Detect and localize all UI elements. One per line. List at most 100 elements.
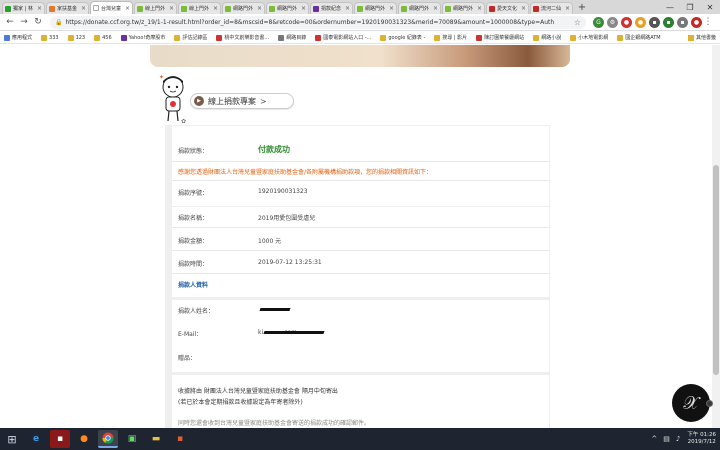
menu-icon[interactable]: ⋮ [702,16,714,28]
reload-button[interactable]: ↻ [32,16,44,28]
extension-red-icon[interactable]: ● [621,16,632,28]
extension-settings-icon[interactable]: ⚙ [607,16,618,28]
volume-icon[interactable]: ♪ [676,435,680,443]
system-clock[interactable]: 下午 01:26 2019/7/12 [687,432,716,446]
tab-favicon-icon [357,5,363,12]
bookmark-label: 123 [75,34,86,41]
browser-tab[interactable]: 網路門外 × [266,2,309,14]
scrollbar-thumb[interactable] [713,165,719,375]
tab-title: 網路門外 [453,6,474,12]
other-bookmarks-label: 其他書籤 [695,35,716,41]
tab-favicon-icon [5,5,11,12]
extension-green-icon[interactable]: ▪ [663,16,674,28]
browser-tab[interactable]: 線上門外 × [178,2,221,14]
extension-yellow-icon[interactable]: ● [635,16,646,28]
bookmark-item[interactable]: 應用程式 [4,34,32,41]
minimize-button[interactable]: — [660,0,680,14]
network-icon[interactable]: ▤ [663,435,670,443]
ie-icon[interactable]: e [26,430,46,448]
profile-avatar[interactable]: ● [691,16,702,28]
bookmark-item[interactable]: google 紀錄表 - [380,34,425,41]
browser-tab[interactable]: 網路門外 × [442,2,485,14]
bookmark-item[interactable]: 評估記錄區 [174,34,207,41]
browser-tab[interactable]: 線上門外 × [134,2,177,14]
close-tab-icon[interactable]: × [565,5,570,12]
bookmark-label: 國企銀網路ATM [625,35,661,41]
browser-tab[interactable]: 流河二仙 × [530,2,573,14]
close-tab-icon[interactable]: × [345,5,350,12]
other-bookmarks[interactable]: 其他書籤 [687,34,716,41]
powerpoint-icon[interactable]: ▪ [170,430,190,448]
field-label-time: 捐款時間： [178,261,209,268]
online-donation-header[interactable]: ▶ 線上捐款專案 > [190,93,294,109]
forward-button[interactable]: → [18,16,30,28]
bookmark-item[interactable]: 國企銀網路ATM [617,34,661,41]
close-tab-icon[interactable]: × [433,5,438,12]
bookmark-favicon-icon [174,34,181,41]
divider [172,250,549,251]
back-button[interactable]: ← [4,16,16,28]
tab-title: 網路門外 [409,6,430,12]
tab-favicon-icon [49,5,55,12]
bookmark-item[interactable]: 桃中文創樂影音書... [216,34,269,41]
tab-favicon-icon [137,5,143,12]
overlay-handle[interactable] [706,400,713,407]
browser-tab[interactable]: 網路門外 × [398,2,441,14]
bookmark-item[interactable]: 國泰電影網站入口 -... [315,34,371,41]
tray-arrow-icon[interactable]: ^ [651,435,657,443]
close-window-button[interactable]: ✕ [700,0,720,14]
browser-tab[interactable]: 網路門外 × [354,2,397,14]
browser-tab[interactable]: 家扶基金 × [46,2,89,14]
browser-tab[interactable]: 捐款紀念 × [310,2,353,14]
extension-dark-icon[interactable]: ▪ [649,16,660,28]
close-tab-icon[interactable]: × [301,5,306,12]
browser-tab[interactable]: 網路門外 × [222,2,265,14]
extension-gray-icon[interactable]: ▪ [677,16,688,28]
app-red-icon[interactable]: ▪ [50,430,70,448]
bookmark-item[interactable]: 網路小說 [533,34,561,41]
browser-tab[interactable]: 愛天文化 × [486,2,529,14]
extension-g-icon[interactable]: G [593,16,604,28]
bookmark-item[interactable]: 小木地電影網 [570,34,608,41]
bookmark-favicon-icon [434,34,441,41]
bookmark-star-icon[interactable]: ☆ [574,18,581,27]
close-tab-icon[interactable]: × [37,5,42,12]
close-tab-icon[interactable]: × [389,5,394,12]
start-button[interactable]: ⊞ [2,430,22,448]
bookmark-label: 網路目錄 [286,35,307,41]
url-input[interactable]: 🔒 https://donate.ccf.org.tw/z_19/1-1-res… [50,15,586,29]
maximize-button[interactable]: ❐ [680,0,700,14]
close-tab-icon[interactable]: × [213,5,218,12]
bookmark-label: 小木地電影網 [578,35,609,41]
close-tab-icon[interactable]: × [169,5,174,12]
line-app-icon[interactable]: ▣ [122,430,142,448]
bookmark-item[interactable]: 陳訂園菜餐廳網站 [476,34,524,41]
bookmark-item[interactable]: 123 [67,34,86,41]
close-tab-icon[interactable]: × [81,5,86,12]
browser-tab[interactable]: 獨家 | 林 × [2,2,45,14]
close-tab-icon[interactable]: × [257,5,262,12]
system-tray: ^ ▤ ♪ 下午 01:26 2019/7/12 [648,428,720,450]
close-tab-icon[interactable]: × [125,5,130,12]
bookmark-item[interactable]: Yahoo!奇摩股市 [120,34,165,41]
chrome-icon[interactable] [98,430,118,448]
tab-title: 愛天文化 [497,6,518,12]
browser-tab[interactable]: 台灣兒童 × [90,1,133,14]
bookmark-item[interactable]: 網路目錄 [278,34,306,41]
close-tab-icon[interactable]: × [521,5,526,12]
bookmark-item[interactable]: 333 [41,34,59,41]
field-value-amount: 1000 元 [258,238,282,245]
tab-favicon-icon [93,5,99,11]
tab-title: 線上門外 [189,6,210,12]
bookmark-item[interactable]: 456 [94,34,112,41]
page-scrollbar[interactable] [712,45,720,428]
bookmark-favicon-icon [617,34,624,41]
floating-overlay-button[interactable]: 𝒳 [672,384,710,422]
new-tab-button[interactable]: + [576,2,588,14]
firefox-icon[interactable]: ● [74,430,94,448]
lock-icon: 🔒 [55,18,63,26]
close-tab-icon[interactable]: × [477,5,482,12]
file-explorer-icon[interactable]: ▬ [146,430,166,448]
bookmark-item[interactable]: 搜尋 | 影片 [434,34,467,41]
status-value: 付款成功 [258,145,290,154]
